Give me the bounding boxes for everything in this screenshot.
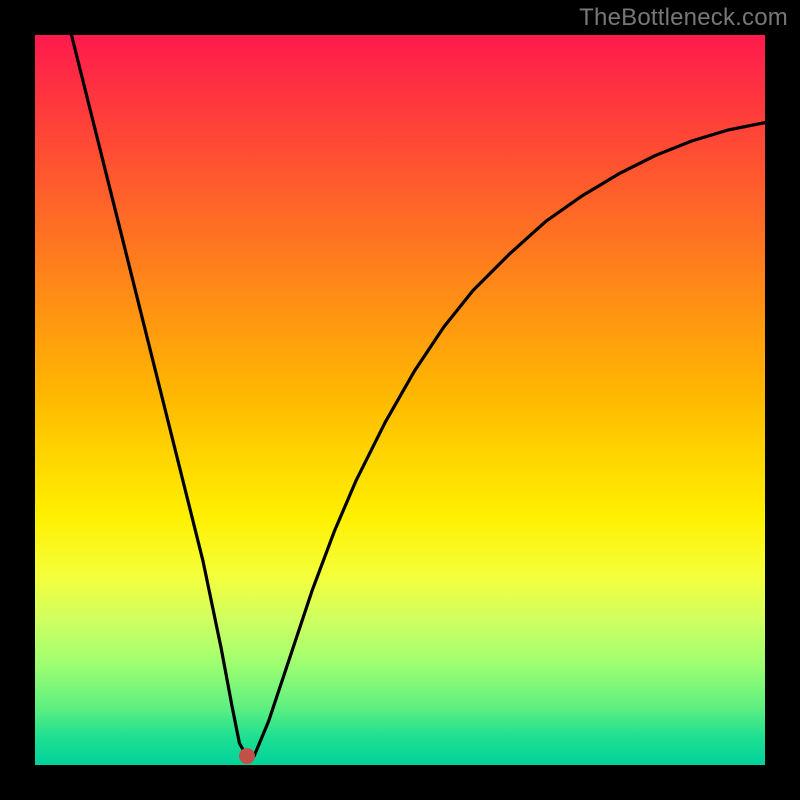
watermark-text: TheBottleneck.com — [579, 4, 788, 32]
minimum-marker — [239, 748, 255, 764]
bottleneck-curve — [72, 35, 766, 756]
chart-frame: TheBottleneck.com — [0, 0, 800, 800]
curve-svg — [35, 35, 765, 765]
plot-area — [35, 35, 765, 765]
